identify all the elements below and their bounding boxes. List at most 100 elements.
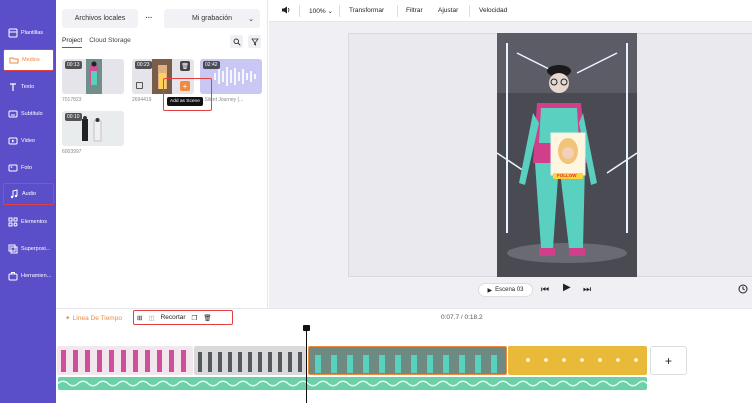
filter-button[interactable]: Filtrar: [406, 7, 423, 14]
sidebar-item-label: Herramien...: [21, 273, 52, 279]
play-button[interactable]: ▶: [563, 282, 571, 293]
clip-thumbnails: [198, 352, 302, 372]
clock-icon[interactable]: [738, 284, 748, 296]
video-frame: [497, 33, 637, 277]
playhead-handle[interactable]: [303, 325, 310, 331]
text-icon: [7, 82, 18, 93]
sidebar-item-label: Elementos: [21, 219, 47, 225]
elements-icon: [7, 217, 18, 228]
speed-button[interactable]: Velocidad: [479, 7, 507, 14]
toolbox-icon: [7, 271, 18, 282]
sidebar-item-subtitle[interactable]: Subtítulo: [3, 103, 54, 125]
local-files-button[interactable]: Archivos locales: [62, 9, 138, 28]
filter-icon[interactable]: [248, 35, 261, 48]
image-icon: [136, 82, 143, 89]
video-preview[interactable]: FOLLOW: [497, 33, 637, 277]
zoom-value: 100%: [309, 8, 326, 15]
tab-cloud-storage[interactable]: Cloud Storage: [89, 37, 131, 48]
music-note-icon: [8, 189, 19, 200]
add-as-scene-highlight: [163, 78, 212, 111]
next-icon[interactable]: ⏭: [583, 284, 591, 295]
playhead-line: [306, 326, 307, 403]
duplicate-icon[interactable]: ❐: [192, 314, 198, 322]
divider: [469, 5, 470, 17]
sidebar-item-label: Texto: [21, 84, 35, 90]
media-tabs: Project Cloud Storage: [62, 37, 131, 48]
media-item-name: 2694419: [132, 97, 152, 103]
tab-project[interactable]: Project: [62, 37, 83, 48]
audio-track[interactable]: [58, 377, 647, 390]
folder-icon: [8, 55, 19, 66]
duration-badge: 00:10: [65, 113, 82, 121]
add-scene-button[interactable]: +: [650, 346, 687, 375]
duration-badge: 00:23: [135, 61, 152, 69]
chevron-down-icon: ⌄: [248, 15, 254, 23]
templates-icon: [7, 28, 18, 39]
timeline-clip[interactable]: [57, 346, 193, 375]
search-icon[interactable]: [230, 35, 243, 48]
subtitle-icon: [7, 109, 18, 120]
timeline-icon: ✦: [65, 315, 71, 322]
divider: [339, 5, 340, 17]
sidebar-item-overlay[interactable]: Superposi...: [3, 238, 54, 260]
sidebar-item-label: Audio: [22, 191, 37, 197]
divider: [299, 5, 300, 17]
app-window: Plantillas Medios Texto Subtítulo Video …: [0, 0, 752, 403]
delete-icon[interactable]: 🗑: [203, 314, 211, 322]
sidebar-item-audio[interactable]: Audio: [3, 183, 54, 205]
timeline-time: 0:07.7 / 0:18.2: [441, 314, 483, 321]
sidebar-item-label: Video: [21, 138, 35, 144]
timeline-tools: ⊞ ◫ Recortar ❐ 🗑: [133, 310, 233, 325]
sidebar-item-text[interactable]: Texto: [3, 76, 54, 98]
divider: [397, 5, 398, 17]
scene-selector[interactable]: ▶ Escena 03: [478, 283, 533, 297]
sidebar-item-label: Superposi...: [21, 246, 51, 252]
clip-thumbnails: [315, 355, 497, 373]
scene-label: Escena 03: [495, 287, 524, 293]
my-recording-dropdown[interactable]: Mi grabación ⌄: [164, 9, 260, 28]
play-icon: ▶: [487, 287, 493, 294]
media-item[interactable]: 00:10: [62, 111, 124, 146]
video-overlay-text: FOLLOW: [557, 173, 577, 178]
sidebar-item-label: Foto: [21, 165, 33, 171]
sidebar-item-video[interactable]: Video: [3, 130, 54, 152]
sidebar-item-tools[interactable]: Herramien...: [3, 265, 54, 287]
duration-badge: 02:42: [203, 61, 220, 69]
sidebar-item-photo[interactable]: Foto: [3, 157, 54, 179]
add-clip-icon[interactable]: ⊞: [137, 314, 142, 322]
preview-toolbar: 100% ⌄ Transformar Filtrar Ajustar Veloc…: [269, 0, 752, 22]
local-files-label: Archivos locales: [74, 15, 126, 22]
timeline-clip[interactable]: [194, 346, 306, 375]
media-panel: Archivos locales ··· Mi grabación ⌄ Proj…: [56, 0, 268, 308]
split-icon[interactable]: ◫: [148, 314, 154, 322]
sidebar-item-label: Medios: [22, 57, 40, 63]
trash-icon[interactable]: 🗑: [180, 61, 190, 71]
media-item-name: 7017823: [62, 97, 82, 103]
zoom-dropdown[interactable]: 100% ⌄: [309, 7, 333, 15]
media-item[interactable]: 00:13: [62, 59, 124, 94]
timeline-clip-selected[interactable]: [308, 346, 507, 375]
transform-button[interactable]: Transformar: [349, 7, 384, 14]
media-item-name: 6003997: [62, 149, 82, 155]
volume-icon[interactable]: [281, 5, 291, 17]
timeline-toolbar: ✦ Línea De Tiempo ⊞ ◫ Recortar ❐ 🗑 0:07.…: [56, 308, 752, 326]
trim-button[interactable]: Recortar: [161, 314, 186, 321]
add-as-scene-tooltip: Add as Scene: [167, 97, 203, 106]
sidebar-item-media[interactable]: Medios: [3, 49, 54, 71]
sidebar-item-label: Plantillas: [21, 30, 44, 36]
more-options-button[interactable]: ···: [141, 9, 157, 28]
adjust-button[interactable]: Ajustar: [438, 7, 458, 14]
duration-badge: 00:13: [65, 61, 82, 69]
sidebar: Plantillas Medios Texto Subtítulo Video …: [0, 0, 56, 403]
my-recording-label: Mi grabación: [191, 15, 233, 22]
timeline-label[interactable]: ✦ Línea De Tiempo: [65, 314, 122, 323]
audio-waveform: [58, 380, 647, 387]
sidebar-item-elements[interactable]: Elementos: [3, 211, 54, 233]
clip-thumbnails: [61, 350, 186, 372]
sidebar-item-label: Subtítulo: [21, 111, 43, 117]
sidebar-item-templates[interactable]: Plantillas: [3, 22, 54, 44]
more-icon: ···: [145, 15, 153, 22]
timeline-clip[interactable]: [508, 346, 647, 375]
previous-icon[interactable]: ⏮: [541, 284, 549, 295]
overlay-icon: [7, 244, 18, 255]
